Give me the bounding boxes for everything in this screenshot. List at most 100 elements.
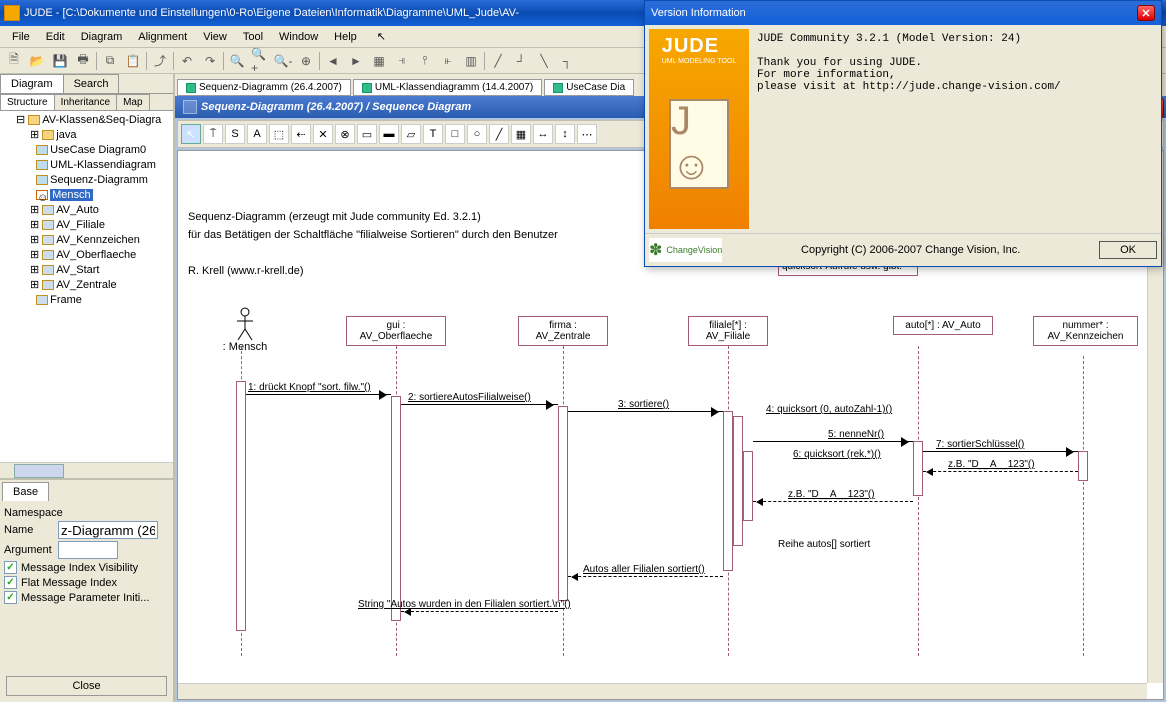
tree-item[interactable]: Sequenz-Diagramm (50, 174, 148, 186)
menu-view[interactable]: View (195, 29, 235, 45)
tree-root[interactable]: AV-Klassen&Seq-Diagra (42, 114, 161, 126)
menu-help[interactable]: Help (326, 29, 365, 45)
tree-item[interactable]: AV_Zentrale (56, 279, 116, 291)
forward-icon[interactable]: ► (346, 51, 366, 71)
file-tab[interactable]: UseCase Dia (544, 79, 634, 96)
select-tool[interactable]: ↖ (181, 124, 201, 144)
popup-close-button[interactable]: ✕ (1137, 5, 1155, 21)
ok-button[interactable]: OK (1099, 241, 1157, 259)
tree-item[interactable]: Frame (50, 294, 82, 306)
msg-2: 2: sortiereAutosFilialweise() (408, 392, 531, 403)
tree-item[interactable]: AV_Filiale (56, 219, 105, 231)
argument-input[interactable] (58, 541, 118, 559)
line2-icon[interactable]: ┘ (511, 51, 531, 71)
reply-msg-tool[interactable]: ⇠ (291, 124, 311, 144)
destroy-tool[interactable]: ✕ (313, 124, 333, 144)
menu-diagram[interactable]: Diagram (73, 29, 131, 45)
create-msg-tool[interactable]: ⬚ (269, 124, 289, 144)
tree-item-selected[interactable]: Mensch (50, 189, 93, 201)
tree-item[interactable]: UML-Klassendiagram (50, 159, 156, 171)
tree-item[interactable]: UseCase Diagram0 (50, 144, 146, 156)
tab-diagram[interactable]: Diagram (0, 74, 64, 93)
canvas-hscroll[interactable] (178, 683, 1147, 699)
text-tool[interactable]: T (423, 124, 443, 144)
tree-item[interactable]: AV_Start (56, 264, 99, 276)
h-align-tool[interactable]: ↔ (533, 124, 553, 144)
zoom-100-icon[interactable]: ⊕ (296, 51, 316, 71)
stop-tool[interactable]: ⊗ (335, 124, 355, 144)
activation-firma (558, 406, 568, 601)
note-tool[interactable]: ▱ (401, 124, 421, 144)
check-flat-msg[interactable]: ✓ (4, 576, 17, 589)
line1-icon[interactable]: ╱ (488, 51, 508, 71)
menu-alignment[interactable]: Alignment (130, 29, 195, 45)
distribute-icon[interactable]: ▥ (461, 51, 481, 71)
menu-edit[interactable]: Edit (38, 29, 73, 45)
lifeline-nummer[interactable]: nummer* : AV_Kennzeichen (1033, 316, 1138, 346)
redo-icon[interactable]: ↷ (200, 51, 220, 71)
tree-item[interactable]: java (56, 129, 76, 141)
tree-hscroll[interactable] (0, 462, 173, 478)
tree-item[interactable]: AV_Oberflaeche (56, 249, 136, 261)
align-icon[interactable]: ▦ (369, 51, 389, 71)
async-msg-tool[interactable]: A (247, 124, 267, 144)
subtab-structure[interactable]: Structure (0, 94, 55, 110)
lifeline-filiale[interactable]: filiale[*] : AV_Filiale (688, 316, 768, 346)
lifeline-gui[interactable]: gui : AV_Oberflaeche (346, 316, 446, 346)
actor-mensch[interactable]: : Mensch (220, 307, 270, 353)
line3-icon[interactable]: ╲ (534, 51, 554, 71)
image-tool[interactable]: ▦ (511, 124, 531, 144)
check-label: Flat Message Index (21, 577, 117, 589)
changevision-label: ✽ChangeVision (649, 238, 722, 262)
name-input[interactable] (58, 521, 158, 539)
arrow-r4 (568, 576, 723, 577)
new-icon[interactable]: 🗎 (4, 51, 24, 71)
tab-base[interactable]: Base (2, 482, 49, 501)
tab-search[interactable]: Search (63, 74, 120, 93)
paste-icon[interactable]: 📋 (123, 51, 143, 71)
ret-3: Reihe autos[] sortiert (778, 539, 870, 550)
subtab-inheritance[interactable]: Inheritance (54, 94, 117, 110)
line4-icon[interactable]: ┐ (557, 51, 577, 71)
check-msg-param[interactable]: ✓ (4, 591, 17, 604)
zoom-in-icon[interactable]: 🔍+ (250, 51, 270, 71)
file-tab-active[interactable]: Sequenz-Diagramm (26.4.2007) (177, 79, 351, 96)
fragment-tool[interactable]: ▭ (357, 124, 377, 144)
print-icon[interactable]: 🖶 (73, 51, 93, 71)
activation-actor (236, 381, 246, 631)
structure-tree[interactable]: ⊟ AV-Klassen&Seq-Diagra ⊞ java UseCase D… (0, 111, 173, 462)
msg-1: 1: drückt Knopf "sort. filw."() (248, 382, 371, 393)
lifeline-firma[interactable]: firma : AV_Zentrale (518, 316, 608, 346)
file-tab[interactable]: UML-Klassendiagramm (14.4.2007) (353, 79, 542, 96)
save-icon[interactable]: 💾 (50, 51, 70, 71)
diagram-icon (553, 83, 563, 93)
rect-tool[interactable]: □ (445, 124, 465, 144)
zoom-fit-icon[interactable]: 🔍 (227, 51, 247, 71)
export-icon[interactable]: ⤴ (150, 51, 170, 71)
round-tool[interactable]: ○ (467, 124, 487, 144)
more-tool[interactable]: ⋯ (577, 124, 597, 144)
close-button-panel[interactable]: Close (6, 676, 167, 696)
check-msg-index-vis[interactable]: ✓ (4, 561, 17, 574)
align-right-icon[interactable]: ⫦ (438, 51, 458, 71)
lifeline-tool[interactable]: ⍑ (203, 124, 223, 144)
menu-window[interactable]: Window (271, 29, 326, 45)
ret-1: z.B. "D__A__123"() (948, 459, 1035, 470)
sync-msg-tool[interactable]: S (225, 124, 245, 144)
lifeline-auto[interactable]: auto[*] : AV_Auto (893, 316, 993, 335)
menu-file[interactable]: File (4, 29, 38, 45)
zoom-out-icon[interactable]: 🔍- (273, 51, 293, 71)
align-left-icon[interactable]: ⫣ (392, 51, 412, 71)
menu-tool[interactable]: Tool (235, 29, 271, 45)
state-tool[interactable]: ▬ (379, 124, 399, 144)
tree-item[interactable]: AV_Kennzeichen (56, 234, 140, 246)
back-icon[interactable]: ◄ (323, 51, 343, 71)
open-icon[interactable]: 📂 (27, 51, 47, 71)
copy-icon[interactable]: ⧉ (100, 51, 120, 71)
v-align-tool[interactable]: ↕ (555, 124, 575, 144)
align-center-icon[interactable]: ⫯ (415, 51, 435, 71)
tree-item[interactable]: AV_Auto (56, 204, 99, 216)
undo-icon[interactable]: ↶ (177, 51, 197, 71)
line-tool[interactable]: ╱ (489, 124, 509, 144)
subtab-map[interactable]: Map (116, 94, 149, 110)
